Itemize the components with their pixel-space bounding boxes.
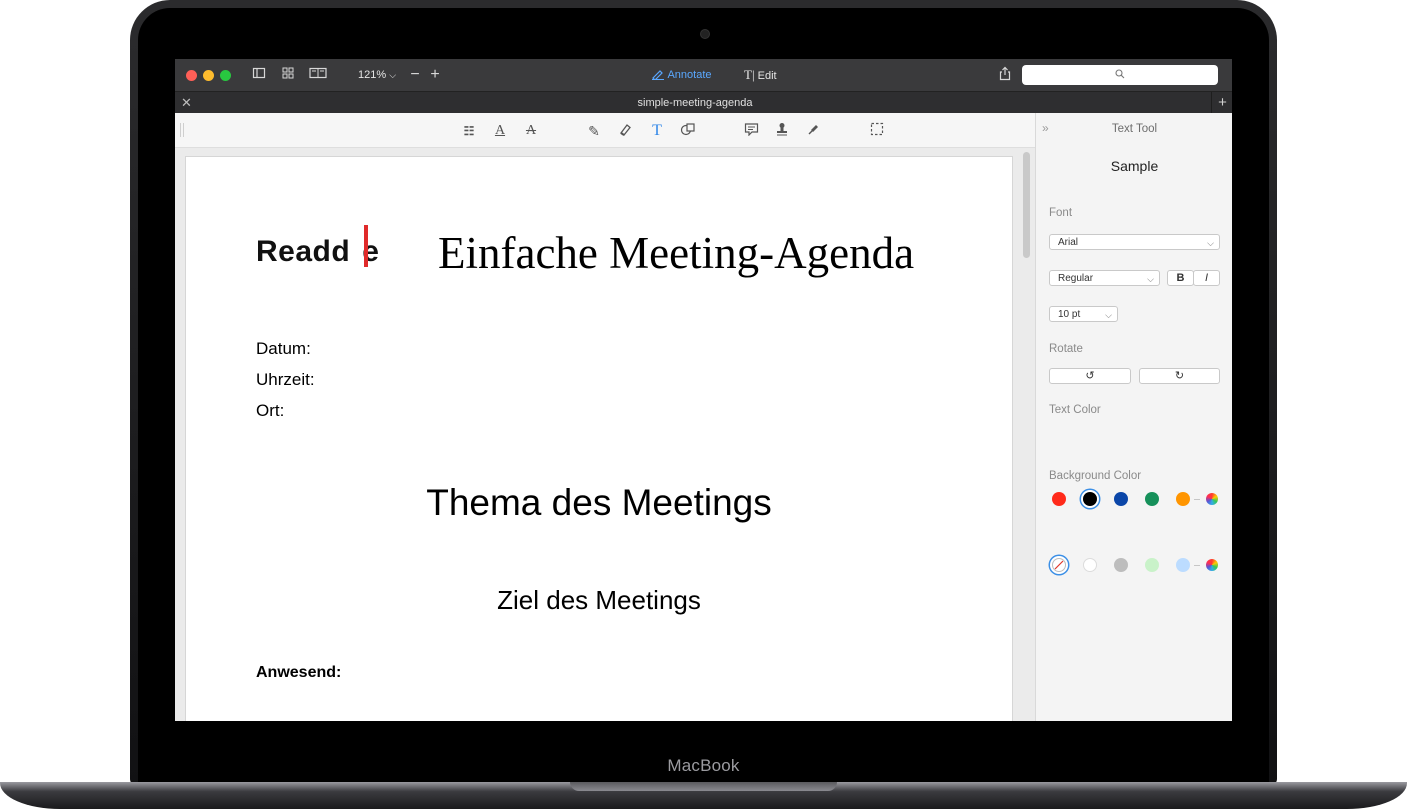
text-tool-icon[interactable]: T (647, 122, 667, 140)
search-input[interactable] (1022, 65, 1218, 85)
title-bar: 121% ⌵ − + Annotate T| Edit (175, 59, 1232, 91)
font-sample: Sample (1110, 158, 1159, 174)
color-wheel-icon[interactable] (1206, 493, 1218, 505)
document-view[interactable]: Readd e Einfache Meeting-Agenda Datum: Uh… (175, 148, 1035, 721)
stamp-icon[interactable] (772, 122, 792, 140)
text-color-swatch[interactable] (1083, 492, 1097, 506)
rotate-right-button[interactable]: ↻ (1139, 368, 1220, 384)
readdle-logo: Readd e (256, 235, 379, 269)
time-label: Uhrzeit: (256, 370, 315, 389)
attendees-label: Anwesend: (256, 664, 342, 681)
signature-pen-icon[interactable] (804, 122, 824, 140)
camera-icon (700, 29, 710, 39)
font-size-value: 10 pt (1058, 309, 1081, 320)
pdf-page[interactable]: Readd e Einfache Meeting-Agenda Datum: Uh… (185, 156, 1013, 721)
chevron-down-icon: ⌵ (1147, 274, 1154, 284)
rotate-left-icon: ↺ (1085, 370, 1095, 382)
color-wheel-icon[interactable] (1206, 559, 1218, 571)
font-style-select[interactable]: Regular ⌵ (1049, 270, 1160, 286)
edit-mode-label: Edit (757, 70, 777, 82)
document-title: Einfache Meeting-Agenda (438, 228, 915, 278)
bold-button[interactable]: B (1167, 270, 1194, 286)
date-label: Datum: (256, 339, 311, 358)
eraser-icon[interactable] (615, 122, 635, 140)
minimize-window-button[interactable] (203, 70, 214, 81)
drag-handle-icon[interactable] (180, 123, 184, 137)
new-tab-plus-icon[interactable]: + (1211, 92, 1232, 114)
two-page-icon[interactable] (308, 66, 328, 84)
text-recognize-icon[interactable]: ☷ (459, 122, 479, 140)
meeting-goal-heading: Ziel des Meetings (497, 585, 701, 615)
font-style-value: Regular (1058, 273, 1094, 284)
text-color-swatch[interactable] (1052, 492, 1066, 506)
background-color-label: Background Color (1049, 470, 1142, 482)
tab-bar: ✕ simple-meeting-agenda + (175, 91, 1232, 114)
background-color-swatch[interactable] (1176, 558, 1190, 572)
panel-title: Text Tool (1111, 123, 1158, 135)
vertical-scrollbar[interactable] (1023, 152, 1030, 258)
meeting-topic-heading: Thema des Meetings (426, 482, 772, 523)
swatch-divider (1194, 565, 1200, 566)
zoom-level-dropdown[interactable]: 121% ⌵ (358, 67, 396, 83)
shapes-icon[interactable] (678, 122, 698, 140)
font-label: Font (1049, 207, 1073, 219)
zoom-window-button[interactable] (220, 70, 231, 81)
edit-mode-button[interactable]: T| Edit (744, 67, 777, 84)
rotate-right-icon: ↻ (1174, 370, 1185, 382)
text-color-label: Text Color (1049, 404, 1101, 416)
background-color-swatch-none[interactable] (1052, 558, 1066, 572)
device-brand-label: MacBook (667, 756, 740, 775)
text-color-swatch[interactable] (1176, 492, 1190, 506)
logo-text: Readd (256, 235, 351, 268)
font-family-select[interactable]: Arial ⌵ (1049, 234, 1220, 250)
background-color-swatch[interactable] (1145, 558, 1159, 572)
underline-icon[interactable]: A (490, 122, 510, 140)
rotate-label: Rotate (1049, 343, 1083, 355)
rotate-left-button[interactable]: ↺ (1049, 368, 1131, 384)
grid-icon[interactable] (280, 66, 296, 84)
chevron-down-icon: ⌵ (1207, 238, 1214, 248)
font-family-value: Arial (1058, 237, 1079, 248)
swatch-divider (1194, 499, 1200, 500)
plus-icon[interactable]: + (428, 66, 442, 84)
annotate-mode-button[interactable]: Annotate (651, 67, 712, 83)
search-icon (1115, 69, 1125, 79)
text-cursor-icon: T| (744, 67, 755, 82)
location-label: Ort: (256, 401, 285, 420)
pencil-icon[interactable]: ✎ (584, 122, 604, 140)
share-icon[interactable] (997, 66, 1013, 84)
pen-icon (652, 70, 664, 81)
chevron-down-icon: ⌵ (389, 70, 397, 80)
background-color-swatch[interactable] (1114, 558, 1128, 572)
text-color-swatch[interactable] (1145, 492, 1159, 506)
italic-button[interactable]: I (1193, 270, 1220, 286)
selection-icon[interactable] (867, 122, 887, 140)
annotate-mode-label: Annotate (667, 69, 712, 81)
sidebar-icon[interactable] (251, 66, 267, 84)
zoom-level: 121% (358, 69, 387, 81)
close-window-button[interactable] (186, 70, 197, 81)
minus-icon[interactable]: − (408, 66, 422, 84)
strikethrough-icon[interactable]: A (521, 122, 541, 140)
note-icon[interactable] (741, 122, 761, 140)
logo-red-bar (364, 225, 368, 267)
annotation-toolbar: ☷ A A ✎ T (175, 113, 1035, 148)
tab-title[interactable]: simple-meeting-agenda (175, 96, 1215, 110)
chevron-down-icon: ⌵ (1105, 310, 1112, 320)
font-size-select[interactable]: 10 pt ⌵ (1049, 306, 1118, 322)
laptop-hinge-notch (570, 782, 837, 791)
text-tool-panel: » Text Tool Sample Font Arial ⌵ Regular … (1035, 113, 1232, 721)
text-color-swatch[interactable] (1114, 492, 1128, 506)
app-window: 121% ⌵ − + Annotate T| Edit ✕ simple-mee… (175, 59, 1232, 721)
background-color-swatch[interactable] (1083, 558, 1097, 572)
